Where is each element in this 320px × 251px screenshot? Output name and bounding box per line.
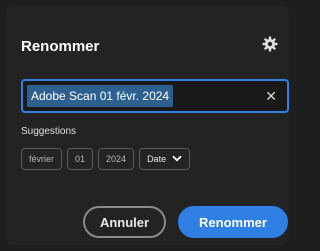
rename-dialog: Renommer Adobe Scan 01 févr. 2024 ✕ Sugg… — [6, 6, 289, 245]
suggestion-chip-month[interactable]: février — [21, 148, 63, 170]
gear-icon[interactable] — [262, 36, 278, 52]
suggestion-chip-year[interactable]: 2024 — [98, 148, 135, 170]
chevron-down-icon — [172, 149, 182, 169]
close-icon[interactable]: ✕ — [265, 87, 277, 105]
filename-value: Adobe Scan 01 févr. 2024 — [27, 85, 174, 107]
filename-input[interactable]: Adobe Scan 01 févr. 2024 ✕ — [21, 79, 289, 113]
cancel-button[interactable]: Annuler — [83, 206, 166, 238]
date-format-select[interactable]: Date — [139, 148, 191, 170]
rename-button[interactable]: Renommer — [178, 206, 288, 238]
dialog-title: Renommer — [21, 38, 100, 55]
suggestions-chips: février 01 2024 Date — [21, 148, 191, 170]
suggestions-label: Suggestions — [21, 126, 77, 137]
date-format-value: Date — [147, 154, 167, 164]
suggestion-chip-day[interactable]: 01 — [67, 148, 94, 170]
